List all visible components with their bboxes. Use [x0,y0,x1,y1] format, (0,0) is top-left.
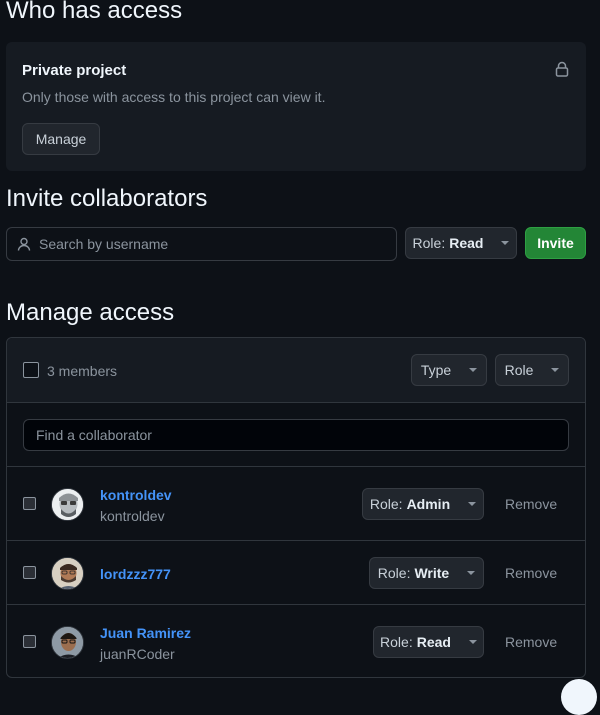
remove-member-button[interactable]: Remove [505,496,557,512]
lock-icon [555,61,569,77]
chevron-down-icon [467,571,476,575]
invite-button[interactable]: Invite [525,227,586,259]
username-search-input[interactable]: Search by username [6,227,397,261]
remove-member-button[interactable]: Remove [505,634,557,650]
avatar[interactable] [51,557,84,590]
visibility-panel: Private project Only those with access t… [6,42,586,171]
person-icon [17,237,31,251]
find-collaborator-input[interactable]: Find a collaborator [23,419,569,451]
role-filter-button[interactable]: Role [495,354,569,386]
remove-member-button[interactable]: Remove [505,565,557,581]
chevron-down-icon [501,241,510,245]
avatar[interactable] [51,626,84,659]
member-role-prefix: Role: [377,565,411,581]
member-checkbox[interactable] [23,566,36,579]
manage-access-heading: Manage access [6,299,175,326]
who-has-access-heading: Who has access [6,0,183,24]
invite-role-value: Read [449,235,484,251]
divider [6,466,586,467]
member-handle: kontroldev [100,508,165,524]
chevron-down-icon [468,502,477,506]
avatar[interactable] [51,488,84,521]
visibility-title: Private project [22,62,127,79]
member-role-value: Admin [406,496,451,512]
member-role-value: Write [414,565,450,581]
chevron-down-icon [469,368,478,372]
member-handle: juanRCoder [100,646,175,662]
member-role-select[interactable]: Role: Admin [362,488,484,520]
member-role-select[interactable]: Role: Write [369,557,484,589]
member-role-select[interactable]: Role: Read [373,626,484,658]
type-filter-button[interactable]: Type [411,354,487,386]
role-filter-label: Role [504,362,534,378]
invite-role-prefix: Role: [412,235,446,251]
members-count: 3 members [47,363,118,379]
invite-role-select[interactable]: Role: Read [405,227,517,259]
member-checkbox[interactable] [23,635,36,648]
visibility-description: Only those with access to this project c… [22,89,326,105]
username-search-placeholder: Search by username [39,236,169,252]
member-checkbox[interactable] [23,497,36,510]
chevron-down-icon [551,368,560,372]
member-role-prefix: Role: [369,496,403,512]
divider [6,604,586,605]
member-name[interactable]: kontroldev [100,487,172,503]
member-role-value: Read [416,634,451,650]
member-name[interactable]: lordzzz777 [100,566,171,582]
chevron-down-icon [468,640,477,644]
select-all-checkbox[interactable] [23,362,39,378]
floating-action-button[interactable] [561,679,597,715]
divider [6,540,586,541]
divider [6,402,586,403]
find-collaborator-placeholder: Find a collaborator [36,427,152,443]
type-filter-label: Type [420,362,452,378]
member-name[interactable]: Juan Ramirez [100,625,191,641]
invite-collaborators-heading: Invite collaborators [6,185,208,212]
manage-visibility-button[interactable]: Manage [22,123,100,155]
member-role-prefix: Role: [380,634,413,650]
